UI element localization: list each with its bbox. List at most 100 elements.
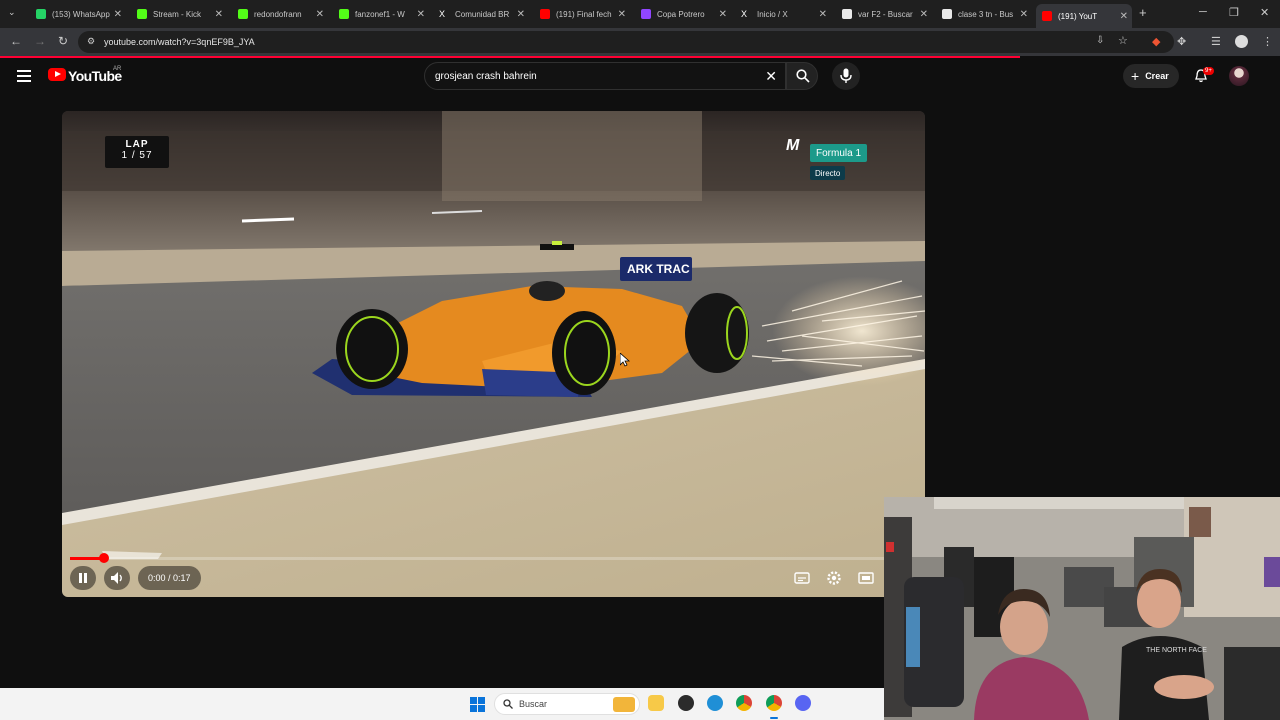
tab-label: fanzonef1 - W bbox=[355, 9, 405, 19]
browser-tab[interactable]: Stream - Kick ✕ bbox=[131, 4, 227, 24]
streamer-webcam: THE NORTH FACE bbox=[884, 497, 1280, 720]
browser-tab[interactable]: redondofrann ✕ bbox=[232, 4, 328, 24]
media-control-icon[interactable]: ☰ bbox=[1211, 35, 1221, 48]
google-icon bbox=[842, 9, 852, 19]
microphone-icon bbox=[840, 68, 852, 83]
browser-tab[interactable]: var F2 - Buscar ✕ bbox=[836, 4, 932, 24]
region-code: AR bbox=[113, 66, 122, 72]
chrome-active-icon[interactable] bbox=[766, 695, 782, 711]
windows-taskbar: Buscar bbox=[0, 688, 884, 720]
site-info-icon[interactable]: ⚙ bbox=[87, 36, 95, 47]
tab-close-icon[interactable]: ✕ bbox=[920, 9, 928, 20]
clear-search-icon[interactable]: ✕ bbox=[765, 68, 777, 85]
edge-icon[interactable] bbox=[707, 695, 723, 711]
create-button[interactable]: + Crear bbox=[1123, 64, 1179, 88]
subtitles-icon[interactable] bbox=[791, 567, 813, 589]
tab-close-icon[interactable]: ✕ bbox=[819, 9, 827, 20]
tab-close-icon[interactable]: ✕ bbox=[417, 9, 425, 20]
voice-search-button[interactable] bbox=[832, 62, 860, 90]
profile-avatar[interactable] bbox=[1235, 35, 1248, 48]
kick-icon bbox=[137, 9, 147, 19]
youtube-icon bbox=[1042, 11, 1052, 21]
twitch-icon bbox=[641, 9, 651, 19]
extension-red-icon[interactable]: ◆ bbox=[1152, 35, 1160, 48]
tab-close-icon[interactable]: ✕ bbox=[618, 9, 626, 20]
lap-title: LAP bbox=[125, 139, 149, 150]
tab-close-icon[interactable]: ✕ bbox=[719, 9, 727, 20]
obs-icon[interactable] bbox=[678, 695, 694, 711]
car-sponsor-text: ARK TRAC bbox=[627, 262, 690, 276]
reload-button[interactable]: ↻ bbox=[58, 34, 68, 48]
account-avatar[interactable] bbox=[1229, 66, 1249, 86]
tab-label: Copa Potrero bbox=[657, 9, 705, 19]
time-display: 0:00 / 0:17 bbox=[138, 566, 201, 590]
back-button[interactable]: ← bbox=[10, 34, 22, 48]
taskbar-search-box[interactable]: Buscar bbox=[494, 693, 640, 715]
pause-button[interactable] bbox=[70, 566, 96, 590]
youtube-logo-icon[interactable] bbox=[48, 68, 66, 81]
bookmark-star-icon[interactable]: ☆ bbox=[1118, 34, 1128, 47]
plus-icon: + bbox=[1131, 68, 1140, 84]
taskbar-search-icon bbox=[503, 699, 513, 709]
tab-close-icon[interactable]: ✕ bbox=[215, 9, 223, 20]
tab-close-icon[interactable]: ✕ bbox=[1120, 11, 1128, 22]
theater-mode-icon[interactable] bbox=[855, 567, 877, 589]
progress-scrubber[interactable] bbox=[98, 553, 109, 563]
tab-label: Comunidad BR bbox=[455, 9, 510, 19]
create-button-label: Crear bbox=[1145, 71, 1169, 81]
windows-start-icon[interactable] bbox=[470, 697, 485, 712]
settings-gear-icon[interactable] bbox=[823, 567, 845, 589]
hamburger-menu-icon[interactable] bbox=[17, 70, 31, 82]
broadcaster-logo: M bbox=[786, 137, 800, 154]
search-input[interactable]: grosjean crash bahrein ✕ bbox=[424, 62, 786, 90]
browser-tab[interactable]: clase 3 tn - Bus ✕ bbox=[936, 4, 1032, 24]
kick-icon bbox=[238, 9, 248, 19]
lap-counter: LAP 1 / 57 bbox=[105, 136, 169, 168]
live-badge: Directo bbox=[810, 166, 846, 180]
tab-label: Inicio / X bbox=[757, 9, 788, 19]
new-tab-button[interactable]: + bbox=[1139, 5, 1147, 20]
url-text: youtube.com/watch?v=3qnEF9B_JYA bbox=[104, 37, 255, 47]
youtube-header: YouTube AR grosjean crash bahrein ✕ + Cr… bbox=[0, 58, 1280, 98]
volume-button[interactable] bbox=[104, 566, 130, 590]
discord-icon[interactable] bbox=[795, 695, 811, 711]
browser-tab[interactable]: Copa Potrero ✕ bbox=[635, 4, 731, 24]
kick-icon bbox=[339, 9, 349, 19]
tab-label: (153) WhatsApp bbox=[52, 9, 110, 19]
browser-tab[interactable]: X Comunidad BR ✕ bbox=[433, 4, 529, 24]
chrome-icon[interactable] bbox=[736, 695, 752, 711]
address-bar[interactable]: ⚙ youtube.com/watch?v=3qnEF9B_JYA ⇩ ☆ bbox=[78, 31, 1174, 53]
browser-tab[interactable]: (153) WhatsApp ✕ bbox=[30, 4, 126, 24]
tab-close-icon[interactable]: ✕ bbox=[517, 9, 525, 20]
tab-label: redondofrann bbox=[254, 9, 302, 19]
minimize-button[interactable]: ─ bbox=[1199, 6, 1207, 18]
webcam-scene: THE NORTH FACE bbox=[884, 497, 1280, 720]
file-explorer-icon[interactable] bbox=[648, 695, 664, 711]
tab-close-icon[interactable]: ✕ bbox=[1020, 9, 1028, 20]
install-app-icon[interactable]: ⇩ bbox=[1096, 35, 1104, 46]
tab-close-icon[interactable]: ✕ bbox=[316, 9, 324, 20]
browser-tab[interactable]: (191) YouT ✕ bbox=[1036, 4, 1132, 28]
volume-icon bbox=[111, 572, 122, 584]
search-button[interactable] bbox=[786, 62, 818, 90]
mouse-cursor-icon bbox=[620, 353, 630, 367]
search-query: grosjean crash bahrein bbox=[435, 71, 537, 82]
close-window-button[interactable]: ✕ bbox=[1260, 6, 1269, 19]
shirt-logo: THE NORTH FACE bbox=[1146, 647, 1207, 654]
google-icon bbox=[942, 9, 952, 19]
video-progress-bar[interactable] bbox=[70, 553, 917, 563]
tab-label: (191) YouT bbox=[1058, 11, 1098, 21]
video-player[interactable]: ARK TRAC LAP 1 / 57 M Formula 1 Directo … bbox=[62, 111, 925, 597]
chrome-menu-icon[interactable]: ⋮ bbox=[1262, 35, 1273, 48]
browser-tab[interactable]: (191) Final fech ✕ bbox=[534, 4, 630, 24]
browser-tab[interactable]: fanzonef1 - W ✕ bbox=[333, 4, 429, 24]
browser-tab[interactable]: X Inicio / X ✕ bbox=[735, 4, 831, 24]
tab-close-icon[interactable]: ✕ bbox=[114, 9, 122, 20]
extensions-puzzle-icon[interactable]: ✥ bbox=[1177, 35, 1186, 48]
youtube-icon bbox=[540, 9, 550, 19]
browser-toolbar: ← → ↻ ⚙ youtube.com/watch?v=3qnEF9B_JYA … bbox=[0, 28, 1280, 56]
tab-label: clase 3 tn - Bus bbox=[958, 9, 1014, 19]
restore-button[interactable]: ❐ bbox=[1229, 6, 1239, 19]
tab-search-icon[interactable]: ⌄ bbox=[8, 7, 16, 18]
forward-button[interactable]: → bbox=[34, 34, 46, 48]
